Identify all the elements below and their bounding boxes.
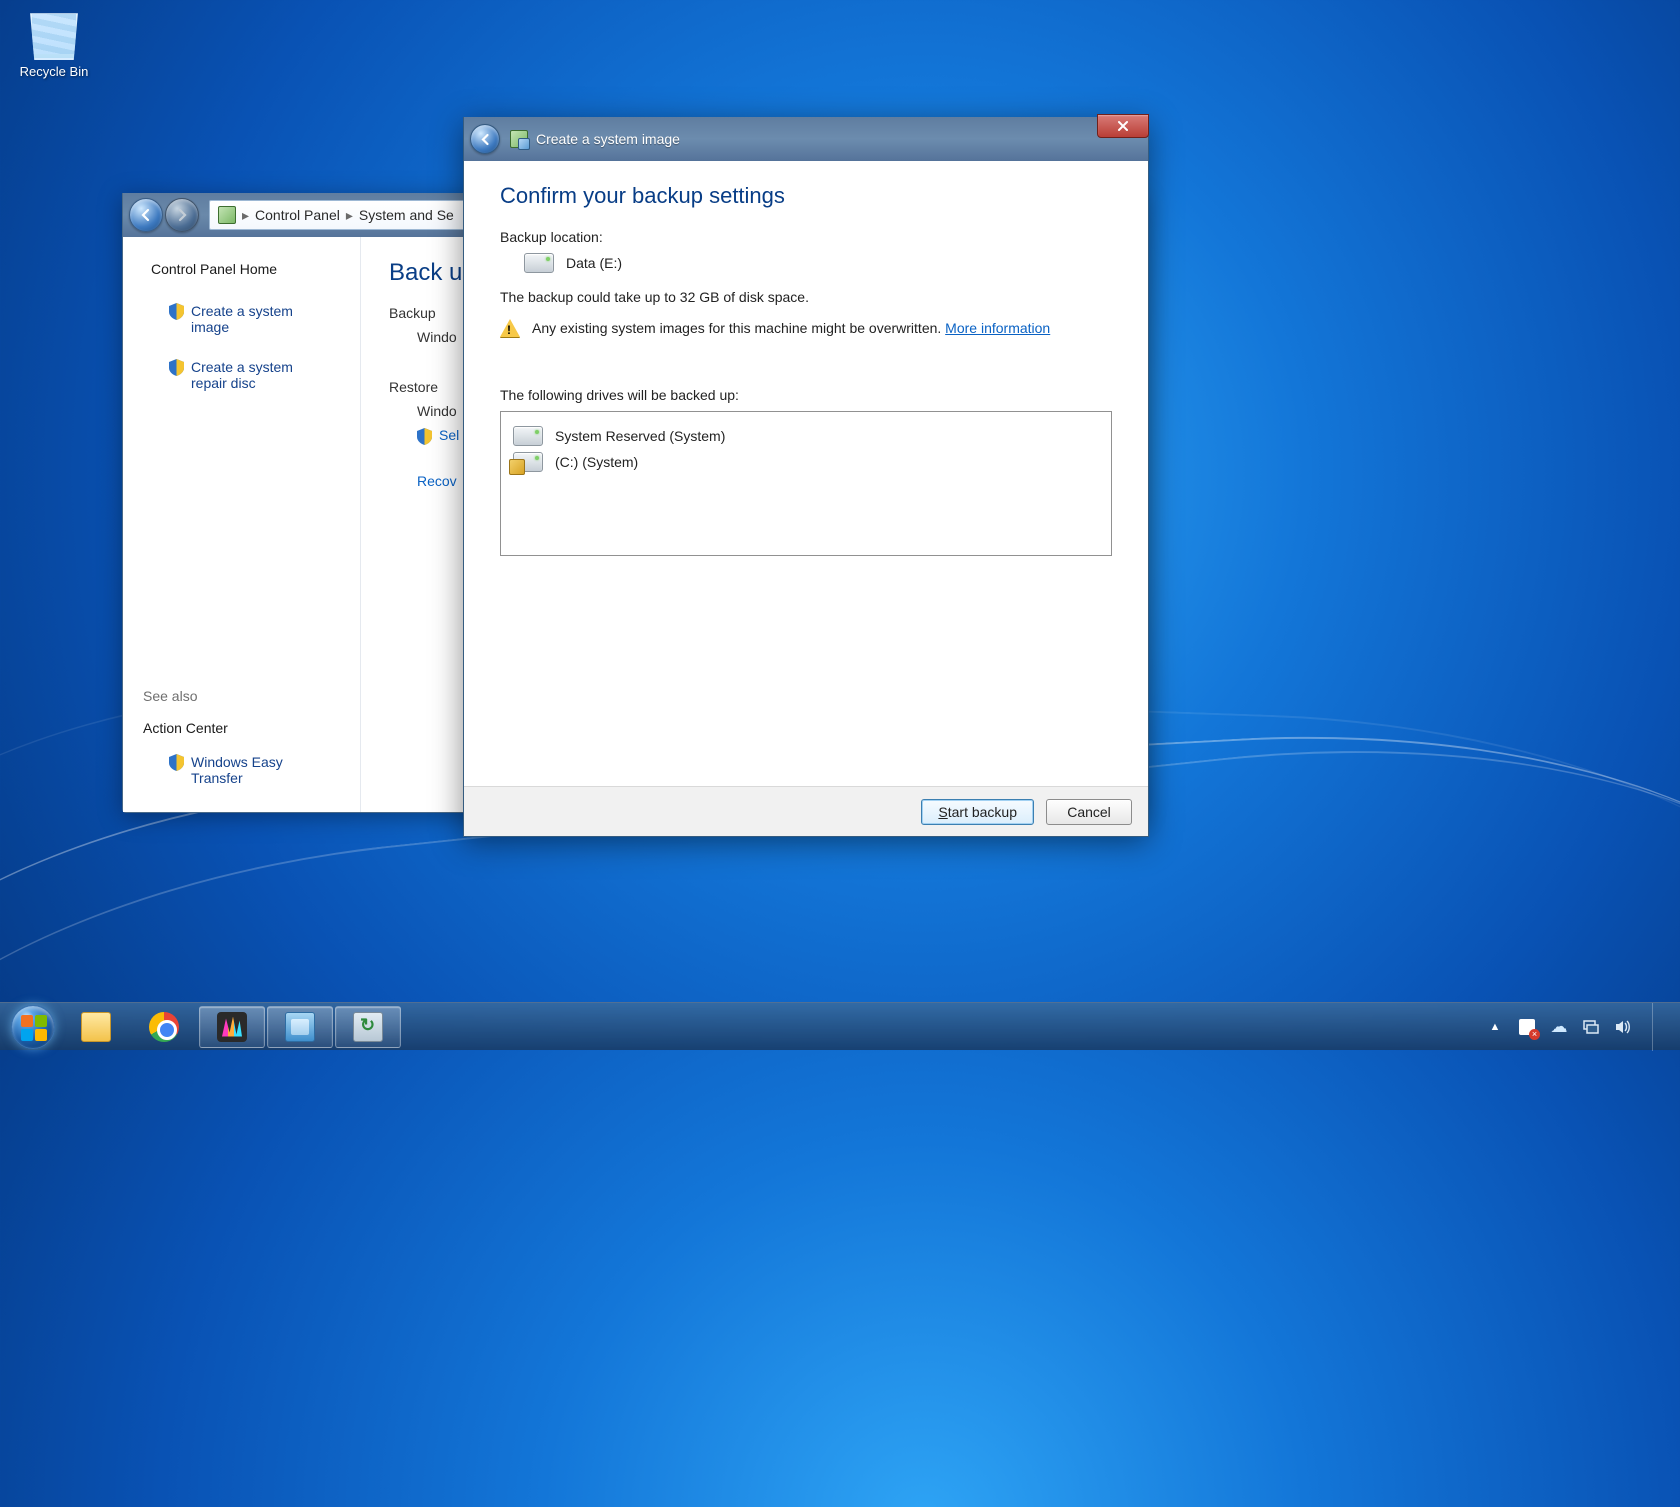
backup-icon [353,1012,383,1042]
hard-drive-icon [513,426,543,446]
wizard-heading: Confirm your backup settings [500,183,1112,209]
wizard-body: Confirm your backup settings Backup loca… [464,161,1148,786]
start-backup-button[interactable]: Start backup [921,799,1034,825]
space-notice: The backup could take up to 32 GB of dis… [500,289,1112,305]
tray-network[interactable] [1582,1018,1600,1036]
tray-show-hidden-icons[interactable]: ▲ [1486,1018,1504,1036]
sidebar-create-image[interactable]: Create a system image [123,291,360,347]
show-desktop-button[interactable] [1652,1003,1662,1051]
wizard-title-icon [510,130,528,148]
sidebar-create-disc[interactable]: Create a system repair disc [123,347,360,403]
drives-list: System Reserved (System) (C:) (System) [500,411,1112,556]
breadcrumb-sep: ▸ [242,207,249,224]
recycle-bin-label: Recycle Bin [14,64,94,79]
recycle-bin-icon [28,8,80,60]
system-drive-icon [513,452,543,472]
warning-icon [500,319,520,337]
wizard-close-button[interactable] [1097,114,1149,138]
drives-label: The following drives will be backed up: [500,387,1112,403]
nav-back-button[interactable] [129,198,163,232]
cp-sidebar: Control Panel Home Create a system image… [123,237,361,812]
system-image-wizard: Create a system image Confirm your backu… [463,117,1149,837]
see-also-header: See also [123,682,360,710]
taskbar-control-panel[interactable] [267,1006,333,1048]
breadcrumb-sep: ▸ [346,207,353,224]
recycle-bin[interactable]: Recycle Bin [14,8,94,79]
drive-name: (C:) (System) [555,454,638,470]
wizard-title: Create a system image [536,131,680,147]
taskbar-backup[interactable] [335,1006,401,1048]
more-information-link[interactable]: More information [945,320,1050,336]
drive-row: System Reserved (System) [513,426,1103,446]
start-orb-icon [11,1005,55,1049]
backup-location-value: Data (E:) [566,255,622,271]
shield-icon [417,428,432,445]
wizard-back-button[interactable] [470,124,500,154]
wizard-footer: Start backup Cancel [464,786,1148,836]
flag-icon [1519,1019,1535,1035]
chrome-icon [149,1012,179,1042]
wamp-icon [217,1012,247,1042]
overwrite-warning: Any existing system images for this mach… [532,320,941,336]
breadcrumb-2[interactable]: System and Se [359,207,454,223]
drive-row: (C:) (System) [513,452,1103,472]
taskbar-explorer[interactable] [63,1006,129,1048]
backup-location-label: Backup location: [500,229,1112,245]
tray-onedrive[interactable]: ☁ [1550,1018,1568,1036]
breadcrumb-1[interactable]: Control Panel [255,207,340,223]
taskbar: ▲ ☁ [0,1002,1680,1050]
sidebar-action-center[interactable]: Action Center [123,714,360,742]
cancel-button[interactable]: Cancel [1046,799,1132,825]
sidebar-easy-transfer[interactable]: Windows Easy Transfer [123,742,360,798]
tray-action-center[interactable] [1518,1018,1536,1036]
start-button[interactable] [4,1003,62,1051]
wizard-titlebar: Create a system image [464,117,1148,161]
shield-icon [141,748,189,765]
system-tray: ▲ ☁ [1472,1003,1676,1051]
shield-icon [141,353,189,370]
control-panel-icon [285,1012,315,1042]
cp-icon [218,206,236,224]
folder-icon [81,1012,111,1042]
drive-name: System Reserved (System) [555,428,725,444]
shield-icon [141,297,189,314]
nav-forward-button[interactable] [165,198,199,232]
sidebar-home[interactable]: Control Panel Home [123,255,360,283]
taskbar-chrome[interactable] [131,1006,197,1048]
tray-volume[interactable] [1614,1018,1632,1036]
hard-drive-icon [524,253,554,273]
taskbar-wamp[interactable] [199,1006,265,1048]
